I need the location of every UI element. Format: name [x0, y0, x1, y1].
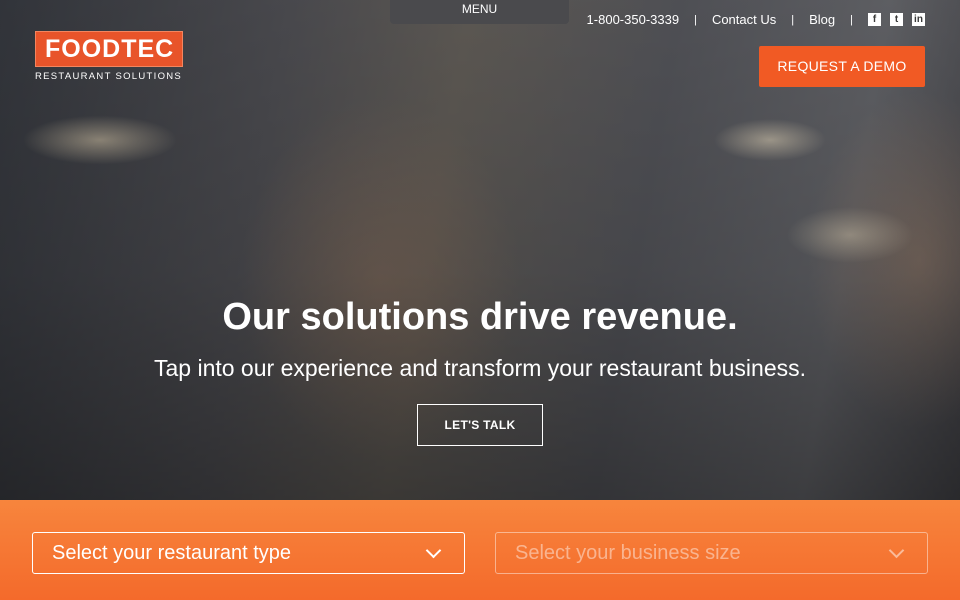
twitter-icon[interactable]: t	[890, 13, 903, 26]
request-demo-button[interactable]: REQUEST A DEMO	[759, 46, 925, 87]
business-size-select[interactable]: Select your business size	[495, 532, 928, 574]
nav-divider: |	[694, 13, 697, 26]
top-navigation: 1-800-350-3339 | Contact Us | Blog | f t…	[587, 12, 925, 27]
restaurant-type-select[interactable]: Select your restaurant type	[32, 532, 465, 574]
logo-tagline: RESTAURANT SOLUTIONS	[35, 71, 183, 82]
business-size-placeholder: Select your business size	[515, 541, 741, 564]
chevron-down-icon	[425, 542, 442, 559]
phone-link[interactable]: 1-800-350-3339	[587, 12, 680, 27]
nav-divider: |	[791, 13, 795, 26]
chevron-down-icon	[888, 542, 905, 559]
linkedin-icon[interactable]: in	[912, 13, 925, 26]
menu-button[interactable]: MENU	[390, 0, 569, 24]
facebook-icon[interactable]: f	[868, 13, 881, 26]
contact-us-link[interactable]: Contact Us	[712, 12, 776, 27]
lets-talk-button[interactable]: LET'S TALK	[417, 404, 543, 446]
logo[interactable]: FOODTEC RESTAURANT SOLUTIONS	[35, 31, 184, 82]
hero-subheadline: Tap into our experience and transform yo…	[153, 355, 807, 381]
hero-headline: Our solutions drive revenue.	[222, 296, 738, 338]
nav-divider: |	[850, 13, 853, 26]
logo-wordmark: FOODTEC	[35, 31, 184, 67]
restaurant-type-placeholder: Select your restaurant type	[52, 541, 292, 564]
social-links: f t in	[868, 13, 925, 26]
blog-link[interactable]: Blog	[809, 12, 835, 27]
